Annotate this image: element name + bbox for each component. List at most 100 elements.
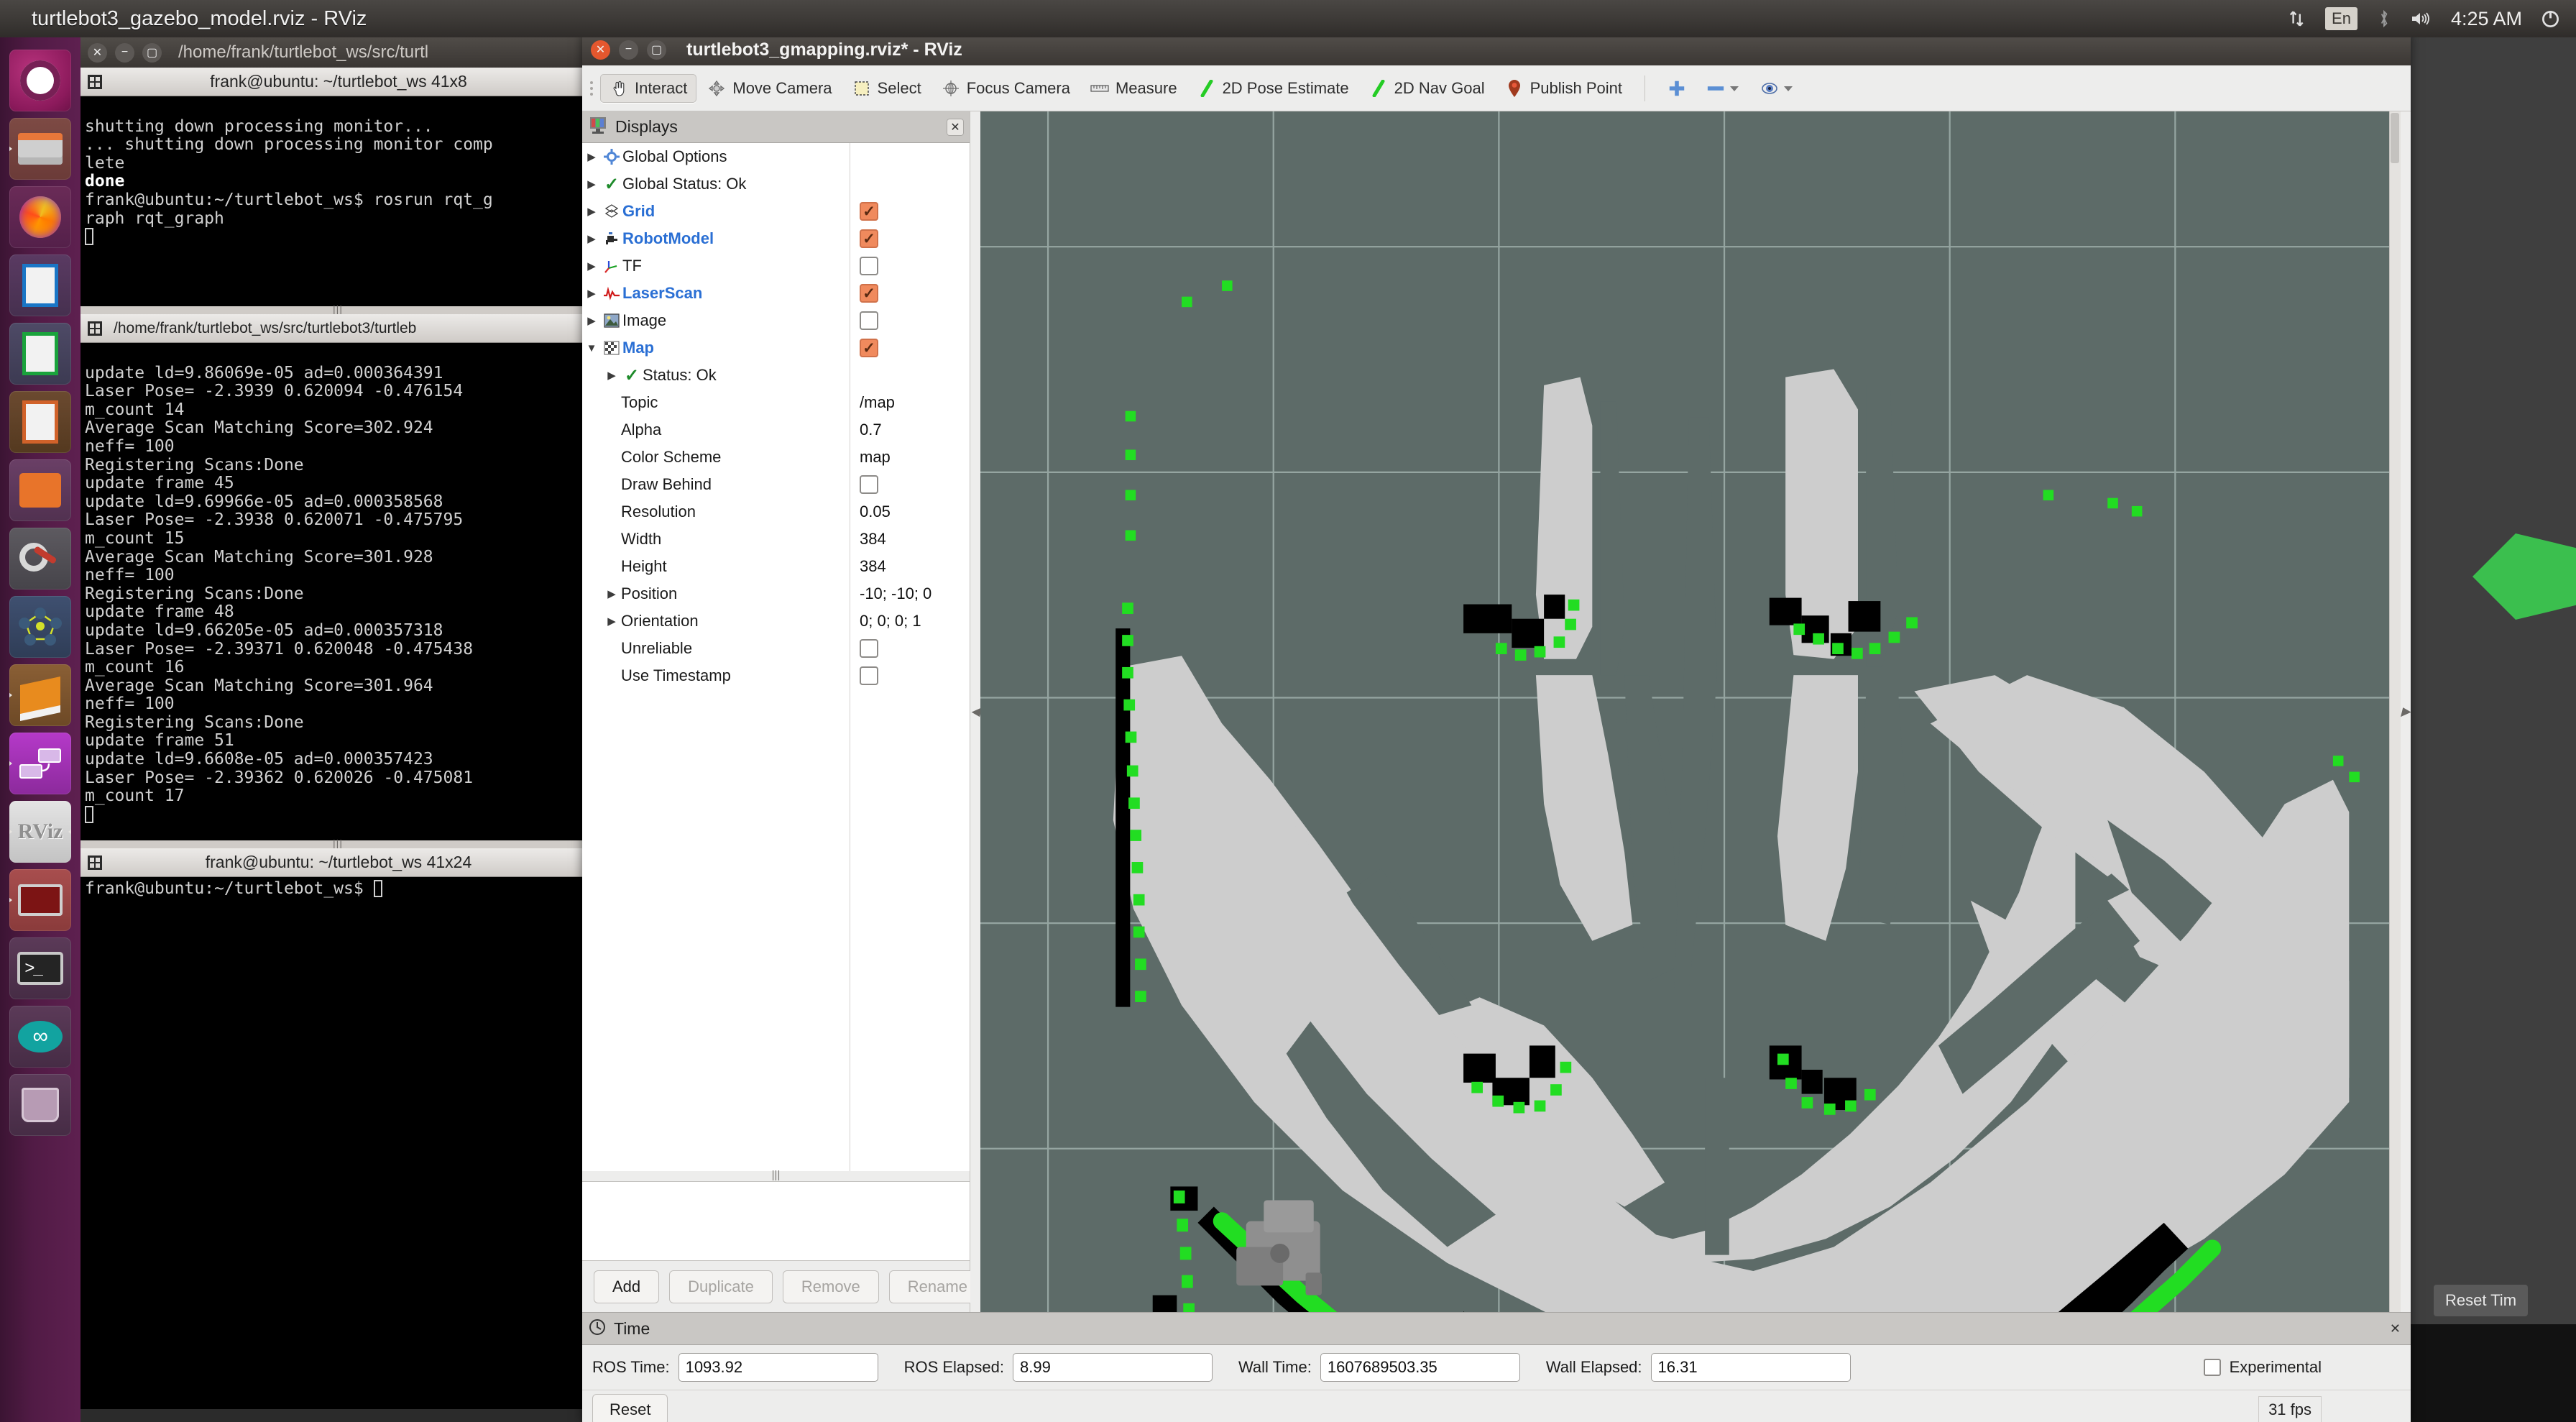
tree-prop-use-timestamp[interactable]: Use Timestamp [582, 662, 970, 689]
terminal-pane-2-body[interactable]: update ld=9.86069e-05 ad=0.000364391 Las… [80, 343, 595, 840]
displays-tree[interactable]: ▶ Global Options ▶ ✓ Global Status: Ok ▶ [582, 143, 970, 1171]
rviz-close-icon[interactable]: ✕ [591, 40, 610, 60]
launcher-item-trash[interactable] [9, 1074, 71, 1136]
wall-elapsed-input[interactable]: 16.31 [1650, 1353, 1851, 1382]
tool-focus-camera[interactable]: Focus Camera [932, 74, 1080, 103]
keyboard-layout-indicator[interactable]: En [2325, 7, 2358, 30]
expand-arrow-icon[interactable]: ▶ [582, 178, 601, 191]
terminal-menu-icon[interactable] [80, 314, 109, 343]
rviz-titlebar[interactable]: ✕ − ▢ turtlebot3_gmapping.rviz* - RViz [582, 34, 2411, 65]
displays-panel-splitter[interactable]: ||| [582, 1169, 970, 1181]
launcher-item-files[interactable] [9, 118, 71, 180]
launcher-item-libreoffice-impress[interactable] [9, 391, 71, 453]
tree-prop-value[interactable]: 0.7 [860, 421, 882, 439]
tool-publish-point[interactable]: Publish Point [1496, 74, 1632, 103]
expand-arrow-icon[interactable]: ▶ [582, 205, 601, 218]
remove-button[interactable]: Remove [782, 1270, 879, 1303]
experimental-toggle[interactable]: Experimental [2203, 1358, 2401, 1377]
tree-item-map-status[interactable]: ▶ ✓ Status: Ok [582, 362, 970, 389]
tree-prop-value[interactable]: map [860, 448, 891, 467]
tree-prop-height[interactable]: Height 384 [582, 553, 970, 580]
tree-prop-checkbox[interactable] [860, 475, 878, 494]
view-scrollbar[interactable] [2389, 111, 2401, 1312]
expand-arrow-icon[interactable]: ▶ [602, 615, 621, 628]
expand-arrow-icon[interactable]: ▶ [602, 369, 621, 382]
tree-prop-topic[interactable]: Topic /map [582, 389, 970, 416]
tree-item-grid[interactable]: ▶ Grid [582, 198, 970, 225]
tool-2d-pose-estimate[interactable]: 2D Pose Estimate [1188, 74, 1358, 103]
tree-prop-color-scheme[interactable]: Color Scheme map [582, 444, 970, 471]
ros-elapsed-input[interactable]: 8.99 [1012, 1353, 1213, 1382]
launcher-item-terminator[interactable] [9, 869, 71, 931]
expand-arrow-icon[interactable]: ▶ [582, 150, 601, 163]
tool-select[interactable]: Select [843, 74, 931, 103]
tool-move-camera[interactable]: Move Camera [698, 74, 841, 103]
tree-prop-checkbox[interactable] [860, 666, 878, 685]
tree-prop-width[interactable]: Width 384 [582, 526, 970, 553]
tree-item-image[interactable]: ▶ Image [582, 307, 970, 334]
rviz-minimize-icon[interactable]: − [619, 40, 638, 60]
toolbar-drag-handle[interactable] [588, 74, 596, 103]
network-icon[interactable] [2288, 9, 2306, 28]
expand-arrow-icon[interactable]: ▶ [582, 232, 601, 245]
tree-prop-value[interactable]: 0.05 [860, 503, 891, 521]
power-gear-icon[interactable] [2541, 9, 2560, 29]
terminal-pane-1-tabbar[interactable]: frank@ubuntu: ~/turtlebot_ws 41x8 [80, 68, 595, 96]
tree-item-checkbox[interactable] [860, 311, 878, 330]
terminal-splitter[interactable] [80, 306, 595, 314]
toolbar-add-tool-button[interactable] [1658, 74, 1696, 103]
launcher-item-libreoffice-writer[interactable] [9, 254, 71, 316]
launcher-item-libreoffice-calc[interactable] [9, 323, 71, 385]
expand-arrow-icon[interactable]: ▶ [582, 287, 601, 300]
toolbar-remove-tool-button[interactable] [1697, 74, 1749, 103]
tree-item-global-status[interactable]: ▶ ✓ Global Status: Ok [582, 170, 970, 198]
wall-time-input[interactable]: 1607689503.35 [1320, 1353, 1520, 1382]
tree-prop-alpha[interactable]: Alpha 0.7 [582, 416, 970, 444]
ros-time-input[interactable]: 1093.92 [678, 1353, 878, 1382]
tree-prop-value[interactable]: 384 [860, 557, 886, 576]
duplicate-button[interactable]: Duplicate [669, 1270, 773, 1303]
launcher-item-rviz[interactable]: RViz [9, 801, 71, 863]
tree-item-checkbox[interactable] [860, 284, 878, 303]
terminal-minimize-icon[interactable]: − [115, 42, 134, 63]
launcher-item-ubuntu-dash[interactable] [9, 50, 71, 111]
launcher-item-arduino[interactable]: ∞ [9, 1006, 71, 1068]
panel-resize-handle-left[interactable]: ◀ [970, 111, 980, 1312]
launcher-item-ubuntu-software[interactable] [9, 459, 71, 521]
launcher-item-rqt-graph[interactable] [9, 596, 71, 658]
expand-arrow-icon[interactable]: ▶ [602, 587, 621, 600]
tree-item-checkbox[interactable] [860, 202, 878, 221]
expand-arrow-icon[interactable]: ▶ [582, 260, 601, 272]
tool-2d-nav-goal[interactable]: 2D Nav Goal [1360, 74, 1494, 103]
terminal-pane-3-body[interactable]: frank@ubuntu:~/turtlebot_ws$ [80, 877, 595, 1409]
launcher-item-system-settings[interactable] [9, 528, 71, 590]
launcher-item-rqt[interactable] [9, 733, 71, 794]
tree-item-global-options[interactable]: ▶ Global Options [582, 143, 970, 170]
tool-interact[interactable]: Interact [600, 73, 697, 103]
collapse-arrow-icon[interactable]: ▼ [582, 342, 601, 354]
tree-prop-value[interactable]: 0; 0; 0; 1 [860, 612, 921, 630]
launcher-item-firefox[interactable] [9, 186, 71, 248]
tree-prop-resolution[interactable]: Resolution 0.05 [582, 498, 970, 526]
bluetooth-icon[interactable] [2376, 9, 2392, 28]
rviz-3d-view[interactable] [980, 111, 2401, 1312]
terminal-pane-2-tabbar[interactable]: /home/frank/turtlebot_ws/src/turtlebot3/… [80, 314, 595, 343]
terminal-menu-icon[interactable] [80, 68, 109, 96]
tree-prop-value[interactable]: /map [860, 393, 895, 412]
tool-measure[interactable]: Measure [1081, 74, 1187, 103]
tree-prop-draw-behind[interactable]: Draw Behind [582, 471, 970, 498]
tree-prop-orientation[interactable]: ▶ Orientation 0; 0; 0; 1 [582, 607, 970, 635]
tree-item-map[interactable]: ▼ Map [582, 334, 970, 362]
toolbar-visibility-button[interactable] [1751, 74, 1803, 103]
terminal-pane-1-body[interactable]: shutting down processing monitor... ... … [80, 96, 595, 306]
panel-resize-handle-right[interactable]: ▶ [2401, 111, 2411, 1312]
tree-prop-value[interactable]: -10; -10; 0 [860, 584, 932, 603]
reset-button[interactable]: Reset [592, 1393, 668, 1422]
launcher-item-gazebo[interactable] [9, 664, 71, 726]
clock[interactable]: 4:25 AM [2451, 8, 2522, 30]
tree-prop-position[interactable]: ▶ Position -10; -10; 0 [582, 580, 970, 607]
tree-item-checkbox[interactable] [860, 257, 878, 275]
terminal-pane-3-tabbar[interactable]: frank@ubuntu: ~/turtlebot_ws 41x24 [80, 848, 595, 877]
tree-prop-value[interactable]: 384 [860, 530, 886, 549]
tree-item-checkbox[interactable] [860, 339, 878, 357]
